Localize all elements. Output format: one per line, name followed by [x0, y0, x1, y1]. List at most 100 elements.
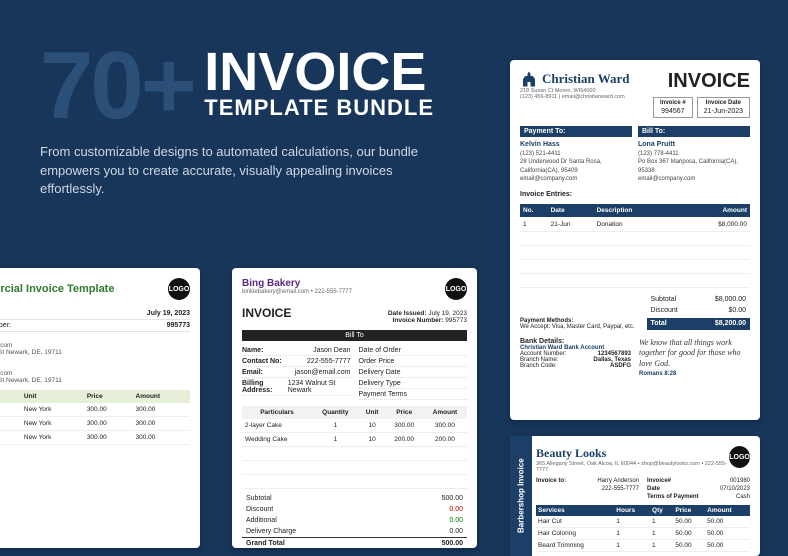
- label: Invoice#: [647, 478, 671, 484]
- card-bakery-invoice: Bing Bakery binklebakery@email.com • 222…: [232, 268, 477, 548]
- logo-icon: LOGO: [445, 278, 467, 300]
- hero-title: INVOICE: [204, 48, 434, 97]
- table-row: Hair Cut1150.0050.00: [536, 516, 750, 528]
- table-row: Hair Coloring1150.0050.00: [536, 528, 750, 540]
- label: Invoice to:: [536, 478, 566, 484]
- label: Invoice Date: [704, 100, 743, 106]
- label: Date of Order: [359, 347, 401, 354]
- value: $8,200.00: [715, 320, 746, 328]
- hero-number: 70+: [40, 48, 194, 125]
- addr: (123) 456-8911 | email@christianward.com: [520, 94, 630, 100]
- value: 1234 Walnut St Newark: [288, 380, 351, 394]
- cardA-email: name@email.com: [0, 342, 190, 349]
- value: 0.00: [449, 528, 463, 535]
- value: $0.00: [728, 307, 746, 314]
- th: Unit: [21, 390, 84, 403]
- value: 001980: [730, 478, 750, 484]
- hero-subtitle: TEMPLATE BUNDLE: [204, 95, 434, 121]
- church-icon: [520, 70, 538, 88]
- heading: Bill To:: [638, 126, 750, 137]
- th: Unit: [359, 406, 386, 419]
- table-row: [242, 461, 467, 475]
- value: Cash: [736, 494, 750, 500]
- name: Lona Pruitt: [638, 140, 750, 150]
- cardD-table: ServicesHoursQtyPriceAmount Hair Cut1150…: [536, 505, 750, 552]
- heading: Payment To:: [520, 126, 632, 137]
- email: email@company.com: [638, 175, 750, 183]
- cardB-brand: Bing Bakery: [242, 278, 352, 289]
- hero-description: From customizable designs to automated c…: [40, 143, 460, 200]
- cardA-addr2: 1234 Walnut St Newark, DE, 19711: [0, 377, 190, 384]
- table-row: [520, 273, 750, 287]
- cardA-table: QuantityUnitPriceAmount 1New York300.003…: [0, 390, 190, 445]
- th: Amount: [133, 390, 191, 403]
- th: Description: [594, 204, 693, 217]
- cardA-title: Commercial Invoice Template: [0, 283, 114, 295]
- th: Particulars: [242, 406, 312, 419]
- label: Total: [651, 320, 667, 328]
- cardB-addr: binklebakery@email.com • 222-555-7777: [242, 289, 352, 295]
- table-row: [520, 259, 750, 273]
- th: Qty: [650, 505, 673, 516]
- label: Billing Address:: [242, 380, 288, 394]
- value: 0.00: [449, 517, 463, 524]
- table-row: 2New York300.00300.00: [0, 417, 190, 431]
- th: Services: [536, 505, 614, 516]
- value: 222-555-7777: [602, 486, 639, 492]
- value: Jason Dean: [313, 347, 350, 354]
- name: Kelvin Hass: [520, 140, 632, 150]
- table-row: Beard Trimming1150.0050.00: [536, 540, 750, 552]
- quote-ref: Romans 8:28: [639, 371, 750, 377]
- cardB-table: ParticularsQuantityUnitPriceAmount 2-lay…: [242, 406, 467, 489]
- label: Delivery Date: [359, 369, 401, 376]
- hero: 70+ INVOICE TEMPLATE BUNDLE From customi…: [40, 48, 470, 199]
- table-row: [520, 245, 750, 259]
- th: Price: [84, 390, 133, 403]
- th: Price: [673, 505, 705, 516]
- value: 21-Jun-2023: [704, 108, 743, 115]
- cardD-side: Barbershop Invoice: [510, 436, 532, 556]
- label: Date Issued:: [388, 310, 427, 317]
- table-row: 3New York300.00300.00: [0, 431, 190, 445]
- card-barbershop-invoice: Barbershop Invoice Beauty Looks 365 Alle…: [510, 436, 760, 556]
- entries-label: Invoice Entries:: [520, 191, 750, 198]
- table-row: Wedding Cake110200.00200.00: [242, 433, 467, 447]
- logo-icon: LOGO: [729, 446, 750, 468]
- th: Amount: [693, 204, 751, 217]
- logo-icon: LOGO: [168, 278, 190, 300]
- label: Contact No:: [242, 358, 282, 365]
- label: Branch Code:: [520, 363, 557, 369]
- th: Quantity: [312, 406, 359, 419]
- label: Terms of Payment: [647, 494, 699, 500]
- addr: Po Box 367 Mariposa, California(CA), 953…: [638, 158, 750, 175]
- label: Delivery Charge: [246, 528, 296, 535]
- value: $8,000.00: [715, 296, 746, 303]
- table-row: [242, 447, 467, 461]
- card-main-invoice: Christian Ward 218 Susan Ct Monro, WI540…: [510, 60, 760, 420]
- addr: 365 Allegany Street, Oak Alcoa, IL 60044…: [536, 461, 729, 473]
- value: 222-555-7777: [307, 358, 351, 365]
- phone: (123) 521-4411: [520, 150, 632, 158]
- value: jason@email.com: [295, 369, 351, 376]
- quote: We know that all things work together fo…: [639, 338, 750, 369]
- label: Additional: [246, 517, 277, 524]
- label: Email:: [242, 369, 263, 376]
- table-row: [520, 231, 750, 245]
- email: email@company.com: [520, 175, 632, 183]
- th: Quantity: [0, 390, 21, 403]
- value: 500.00: [442, 540, 463, 547]
- value: 995773: [445, 317, 467, 324]
- label: Subtotal: [651, 296, 677, 303]
- addr: 28 Underwood Dr Santa Rosa, California(C…: [520, 158, 632, 175]
- th: No.: [520, 204, 548, 217]
- value: 500.00: [442, 495, 463, 502]
- th: Hours: [614, 505, 650, 516]
- value: 994567: [660, 108, 686, 115]
- label: Payment Terms: [359, 391, 408, 398]
- bill-to-bar: Bill To: [242, 330, 467, 341]
- cardA-addr: 1234 Walnut St Newark, DE, 19711: [0, 349, 190, 356]
- cardA-email2: name@email.com: [0, 370, 190, 377]
- label: Delivery Type: [359, 380, 401, 387]
- table-row: 1New York300.00300.00: [0, 403, 190, 417]
- value: 07/10/2023: [720, 486, 750, 492]
